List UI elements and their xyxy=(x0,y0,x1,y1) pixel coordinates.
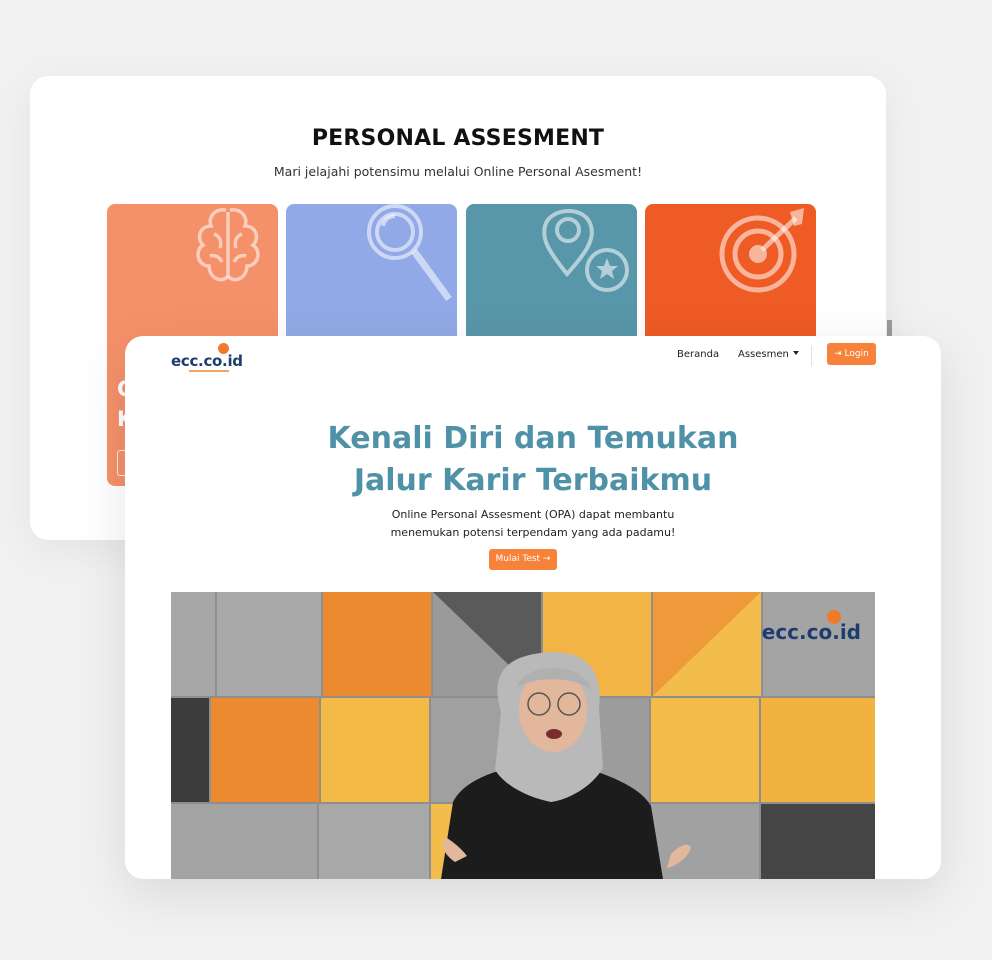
hero-desc-line-2: menemukan potensi terpendam yang ada pad… xyxy=(390,526,676,539)
logo-text: ecc.co.id xyxy=(171,352,243,370)
hero-title-line-2: Jalur Karir Terbaikmu xyxy=(353,463,713,498)
navbar: ecc.co.id Beranda Assesmen ⇥ Login xyxy=(125,336,941,372)
hero-desc-line-1: Online Personal Assesment (OPA) dapat me… xyxy=(391,508,675,521)
start-test-button[interactable]: Mulai Test → xyxy=(489,549,557,570)
nav-dropdown-assesmen[interactable]: Assesmen xyxy=(738,349,799,360)
caret-down-icon xyxy=(792,351,799,355)
nav-dropdown-label: Assesmen xyxy=(738,349,789,360)
logo-tagline-line xyxy=(189,370,229,372)
hero-title: Kenali Diri dan Temukan Jalur Karir Terb… xyxy=(125,418,941,502)
target-icon xyxy=(719,208,804,293)
magnifier-icon xyxy=(367,204,452,302)
nav-link-beranda[interactable]: Beranda xyxy=(677,349,719,360)
nav-divider xyxy=(811,346,812,366)
hero-title-line-1: Kenali Diri dan Temukan xyxy=(327,421,739,456)
section-subtitle: Mari jelajahi potensimu melalui Online P… xyxy=(273,164,643,179)
video-watermark: ecc.co.id xyxy=(757,610,861,650)
brain-icon xyxy=(196,208,260,282)
landing-page-panel: ecc.co.id Beranda Assesmen ⇥ Login Kenal… xyxy=(125,336,941,879)
section-title: PERSONAL ASSESMENT xyxy=(311,126,605,151)
hero-description: Online Personal Assesment (OPA) dapat me… xyxy=(125,506,941,542)
location-star-icon xyxy=(542,209,629,292)
login-button[interactable]: ⇥ Login xyxy=(827,343,876,365)
intro-video[interactable]: ecc.co.id xyxy=(171,592,875,879)
watermark-text: ecc.co.id xyxy=(761,620,861,644)
logo-mark-icon xyxy=(218,343,229,354)
logo[interactable]: ecc.co.id xyxy=(171,343,243,372)
